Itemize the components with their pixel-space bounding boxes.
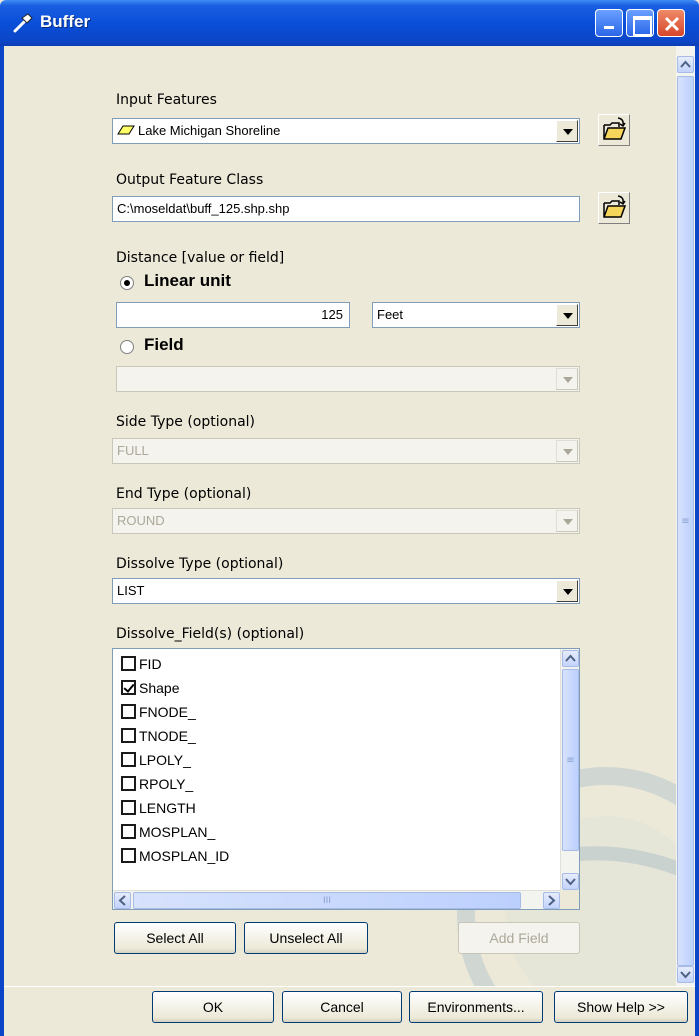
scroll-down-icon[interactable] — [562, 873, 579, 890]
checkbox[interactable] — [121, 848, 136, 863]
scroll-up-icon[interactable] — [677, 56, 694, 73]
show-help-button[interactable]: Show Help >> — [554, 991, 688, 1023]
checkbox[interactable] — [121, 776, 136, 791]
checkbox[interactable] — [121, 704, 136, 719]
side-type-dropdown: FULL — [112, 438, 580, 464]
end-type-label: End Type (optional) — [116, 486, 252, 502]
end-type-value: ROUND — [117, 513, 165, 528]
dissolve-fields-list[interactable]: FID Shape FNODE_ TNODE_ LPOLY_ RPOLY_ LE… — [112, 648, 580, 910]
scroll-down-icon[interactable] — [677, 966, 694, 983]
open-folder-icon — [603, 195, 627, 218]
scroll-right-icon[interactable] — [543, 892, 560, 909]
input-features-label: Input Features — [116, 92, 217, 108]
select-all-button[interactable]: Select All — [114, 922, 236, 954]
environments-button[interactable]: Environments... — [409, 991, 543, 1023]
field-radio-label: Field — [144, 335, 184, 354]
dropdown-arrow-icon[interactable] — [556, 304, 578, 326]
panel-vertical-thumb[interactable]: ≡ — [677, 76, 694, 966]
linear-unit-dropdown[interactable]: Feet — [372, 302, 580, 328]
window-frame-right — [695, 46, 699, 1036]
distance-field-dropdown — [116, 366, 580, 392]
add-field-button: Add Field — [458, 922, 580, 954]
scroll-left-icon[interactable] — [114, 892, 131, 909]
dissolve-type-label: Dissolve Type (optional) — [116, 556, 284, 572]
dropdown-arrow-icon[interactable] — [556, 120, 578, 142]
list-item[interactable]: MOSPLAN_ID — [121, 845, 229, 867]
side-type-label: Side Type (optional) — [116, 414, 255, 430]
checkbox[interactable] — [121, 728, 136, 743]
checkbox[interactable] — [121, 656, 136, 671]
checkbox[interactable] — [121, 752, 136, 767]
panel-vertical-scrollbar[interactable]: ≡ — [676, 46, 695, 986]
open-folder-icon — [603, 117, 627, 140]
scrollbar-corner — [560, 890, 579, 909]
ok-button[interactable]: OK — [152, 991, 274, 1023]
minimize-button[interactable] — [595, 9, 623, 37]
dissolve-fields-label: Dissolve_Field(s) (optional) — [116, 626, 305, 642]
checkbox[interactable] — [121, 824, 136, 839]
dialog-footer: OK Cancel Environments... Show Help >> — [4, 986, 695, 1036]
list-horizontal-scrollbar[interactable]: III — [113, 890, 561, 909]
checkbox[interactable] — [121, 680, 136, 695]
linear-unit-radio[interactable] — [120, 276, 134, 290]
maximize-button[interactable] — [626, 9, 654, 37]
output-feature-class-field[interactable]: C:\moseldat\buff_125.shp.shp — [112, 196, 580, 222]
list-item[interactable]: MOSPLAN_ — [121, 821, 215, 843]
input-features-browse-button[interactable] — [598, 114, 630, 146]
list-vertical-scrollbar[interactable]: ≡ — [560, 649, 579, 891]
input-features-dropdown[interactable]: Lake Michigan Shoreline — [112, 118, 580, 144]
list-item[interactable]: Shape — [121, 677, 179, 699]
cancel-button[interactable]: Cancel — [282, 991, 402, 1023]
buffer-dialog: Buffer Input Features Lake Michigan Shor… — [0, 0, 699, 1036]
list-item[interactable]: TNODE_ — [121, 725, 196, 747]
close-button[interactable] — [657, 9, 685, 37]
dropdown-arrow-icon — [556, 440, 578, 462]
distance-label: Distance [value or field] — [116, 250, 285, 266]
end-type-dropdown: ROUND — [112, 508, 580, 534]
scroll-up-icon[interactable] — [562, 650, 579, 667]
checkbox[interactable] — [121, 800, 136, 815]
dropdown-arrow-icon — [556, 368, 578, 390]
list-item[interactable]: RPOLY_ — [121, 773, 193, 795]
list-item[interactable]: LPOLY_ — [121, 749, 191, 771]
hammer-icon — [13, 13, 33, 33]
input-features-value: Lake Michigan Shoreline — [138, 123, 281, 138]
list-item[interactable]: FID — [121, 653, 162, 675]
list-item[interactable]: FNODE_ — [121, 701, 196, 723]
list-horizontal-thumb[interactable]: III — [133, 892, 521, 909]
unselect-all-button[interactable]: Unselect All — [244, 922, 368, 954]
linear-unit-value: Feet — [377, 307, 404, 322]
list-item[interactable]: LENGTH — [121, 797, 196, 819]
side-type-value: FULL — [117, 443, 149, 458]
dropdown-arrow-icon[interactable] — [556, 580, 578, 602]
dropdown-arrow-icon — [556, 510, 578, 532]
dissolve-type-value: LIST — [117, 583, 145, 598]
dissolve-type-dropdown[interactable]: LIST — [112, 578, 580, 604]
field-radio[interactable] — [120, 340, 134, 354]
linear-unit-label: Linear unit — [144, 271, 231, 290]
title-bar[interactable]: Buffer — [0, 0, 699, 46]
window-title: Buffer — [40, 12, 91, 31]
close-icon — [664, 16, 680, 32]
linear-distance-input[interactable]: 125 — [116, 302, 350, 328]
line-layer-icon — [117, 125, 135, 135]
list-vertical-thumb[interactable]: ≡ — [562, 669, 579, 851]
output-feature-class-label: Output Feature Class — [116, 172, 264, 188]
output-feature-class-browse-button[interactable] — [598, 192, 630, 224]
